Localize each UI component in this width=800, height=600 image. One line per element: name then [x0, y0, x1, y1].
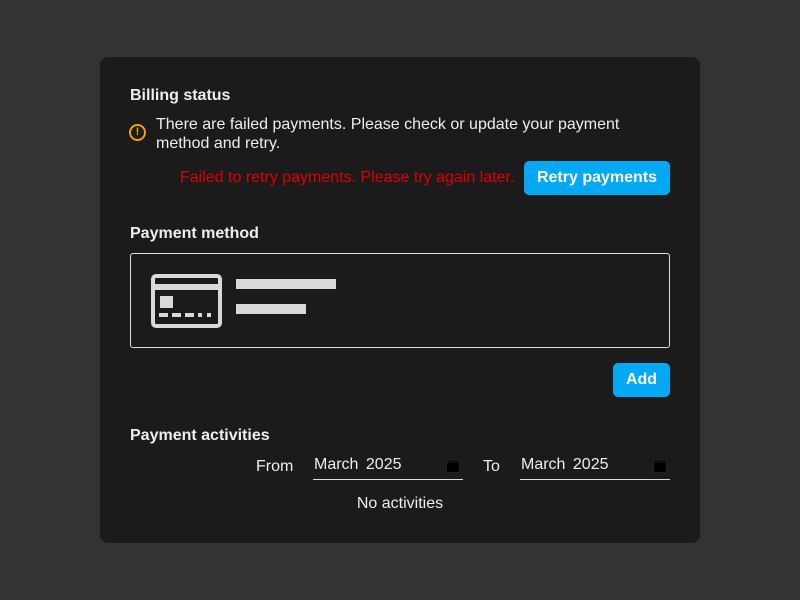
from-date-input[interactable]: March 2025 [313, 452, 463, 480]
warning-message: There are failed payments. Please check … [156, 116, 620, 152]
retry-error-message: Failed to retry payments. Please try aga… [180, 169, 515, 186]
warning-icon: ! [129, 124, 146, 141]
payment-method-heading: Payment method [130, 225, 259, 242]
payment-method-card[interactable] [130, 253, 670, 348]
billing-panel: Billing status ! There are failed paymen… [100, 57, 700, 543]
to-date-value: March 2025 [521, 456, 609, 473]
from-date-value: March 2025 [314, 456, 402, 473]
card-number-placeholder [236, 304, 306, 314]
card-name-placeholder [236, 279, 336, 289]
payment-activities-heading: Payment activities [130, 427, 270, 444]
to-date-input[interactable]: March 2025 [520, 452, 670, 480]
add-payment-method-button[interactable]: Add [613, 363, 670, 397]
to-label: To [483, 458, 500, 475]
credit-card-icon [151, 274, 222, 328]
from-label: From [256, 458, 294, 475]
no-activities-message: No activities [356, 495, 444, 512]
calendar-icon[interactable] [447, 460, 459, 472]
billing-status-heading: Billing status [130, 87, 231, 104]
retry-payments-button[interactable]: Retry payments [524, 161, 670, 195]
calendar-icon[interactable] [654, 460, 666, 472]
